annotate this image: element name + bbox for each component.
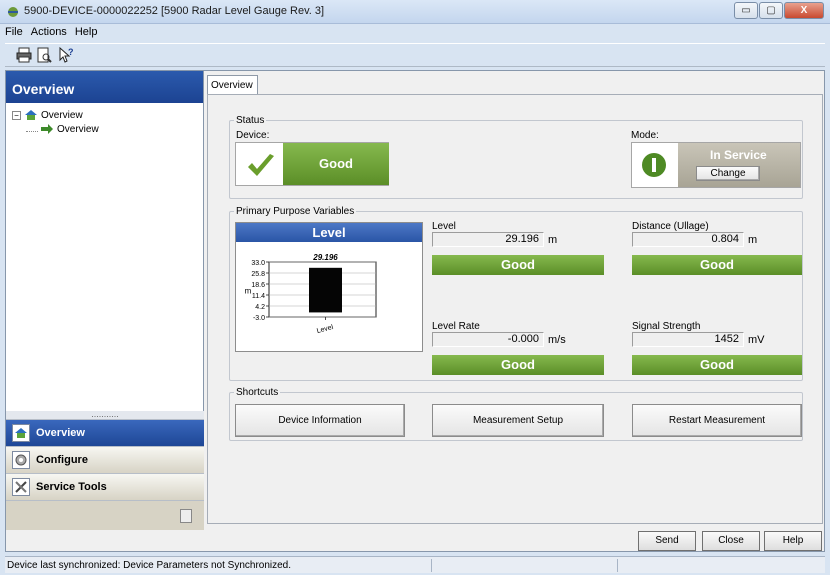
ppv-legend: Primary Purpose Variables [236,206,355,217]
y-tick-label: 11.4 [252,293,265,300]
nav-service-tools-label: Service Tools [36,481,107,493]
device-label: Device: [236,130,270,141]
home-icon [25,110,37,120]
signal-strength-value: 1452 [632,332,744,347]
toolbar: ? [5,43,825,67]
minimize-button[interactable]: ▭ [734,2,758,19]
status-legend: Status [236,115,265,126]
signal-strength-status: Good [632,355,802,375]
bar-value-label: 29.196 [312,253,338,262]
level-name: Level [432,221,456,232]
device-status-box: Good [235,142,389,186]
menu-actions[interactable]: Actions [31,26,67,41]
signal-strength-name: Signal Strength [632,321,701,332]
distance-value: 0.804 [632,232,744,247]
tree-child[interactable]: Overview [12,122,197,136]
level-rate-name: Level Rate [432,321,480,332]
level-chart-title: Level [236,223,422,242]
tree-child-label: Overview [57,123,99,135]
distance-unit: m [748,234,758,246]
level-rate-value: -0.000 [432,332,544,347]
nav-configure-label: Configure [36,454,88,466]
checkmark-icon [248,154,274,176]
help-button[interactable]: Help [764,531,822,551]
tools-icon [12,478,30,496]
y-tick-label: 25.8 [251,271,265,278]
menu-file[interactable]: File [5,26,23,41]
nav-footer [6,500,204,530]
status-bar: Device last synchronized: Device Paramet… [5,556,825,573]
device-information-button[interactable]: Device Information [235,404,405,437]
level-status: Good [432,255,604,275]
settings-icon [12,451,30,469]
shortcuts-legend: Shortcuts [236,387,279,398]
level-rate-status: Good [432,355,604,375]
left-pane: Overview − Overview Overview ...........… [6,71,204,530]
context-help-icon[interactable]: ? [57,46,75,64]
measurement-setup-button[interactable]: Measurement Setup [432,404,604,437]
svg-text:?: ? [68,47,74,57]
window-title: 5900-DEVICE-0000022252 [5900 Radar Level… [24,5,325,17]
left-pane-header: Overview [6,71,203,103]
navigation-stack: ........... Overview Configure Service T… [6,410,204,530]
nav-service-tools[interactable]: Service Tools [6,473,204,500]
level-value: 29.196 [432,232,544,247]
level-bar-chart: 33.0 25.8 18.6 11.4 4.2 -3.0 m 29.196 Level [245,253,377,335]
printer-icon[interactable] [15,46,33,64]
signal-strength-unit: mV [748,334,765,346]
bar-level [309,267,342,313]
mode-value: In Service [710,148,767,162]
in-service-icon [642,153,666,177]
nav-overview[interactable]: Overview [6,419,204,446]
app-icon [8,7,18,17]
y-tick-label: 18.6 [251,282,265,289]
level-unit: m [548,234,558,246]
print-preview-icon[interactable] [35,46,53,64]
y-tick-label: 4.2 [255,304,265,311]
distance-name: Distance (Ullage) [632,221,709,232]
send-button[interactable]: Send [638,531,696,551]
status-text: Device last synchronized: Device Paramet… [7,560,292,571]
menu-help[interactable]: Help [75,26,98,41]
restart-measurement-button[interactable]: Restart Measurement [632,404,802,437]
mode-label: Mode: [631,130,659,141]
title-bar: 5900-DEVICE-0000022252 [5900 Radar Level… [0,0,830,24]
tree-view[interactable]: − Overview Overview [6,103,203,141]
tab-page-overview: Status Device: Good Mode: In Service Cha… [207,94,823,524]
home-icon [12,424,30,442]
nav-configure[interactable]: Configure [6,446,204,473]
main-client-area: Overview − Overview Overview ...........… [5,70,825,552]
splitter-grip[interactable]: ........... [6,410,204,419]
x-tick-label: Level [316,324,334,335]
overflow-icon[interactable] [180,509,192,523]
y-axis-label: m [245,287,252,296]
level-chart-panel: Level 33.0 25.8 18.6 11.4 4.2 -3.0 m 29.196 Leve… [235,222,423,352]
y-tick-label: -3.0 [253,315,265,322]
collapse-icon[interactable]: − [12,110,21,120]
mode-box: In Service Change [631,142,801,188]
maximize-button[interactable]: ▢ [759,2,783,19]
y-tick-label: 33.0 [251,260,265,267]
nav-overview-label: Overview [36,427,85,439]
menu-bar: File Actions Help [5,26,97,41]
device-status-value: Good [283,143,389,185]
close-button[interactable]: Close [702,531,760,551]
tab-overview[interactable]: Overview [207,75,258,95]
change-mode-button[interactable]: Change [696,166,760,181]
tree-root[interactable]: − Overview [12,108,197,122]
close-window-button[interactable]: X [784,2,824,19]
level-rate-unit: m/s [548,334,566,346]
tree-root-label: Overview [41,109,83,121]
arrow-right-icon [41,124,53,134]
distance-status: Good [632,255,802,275]
